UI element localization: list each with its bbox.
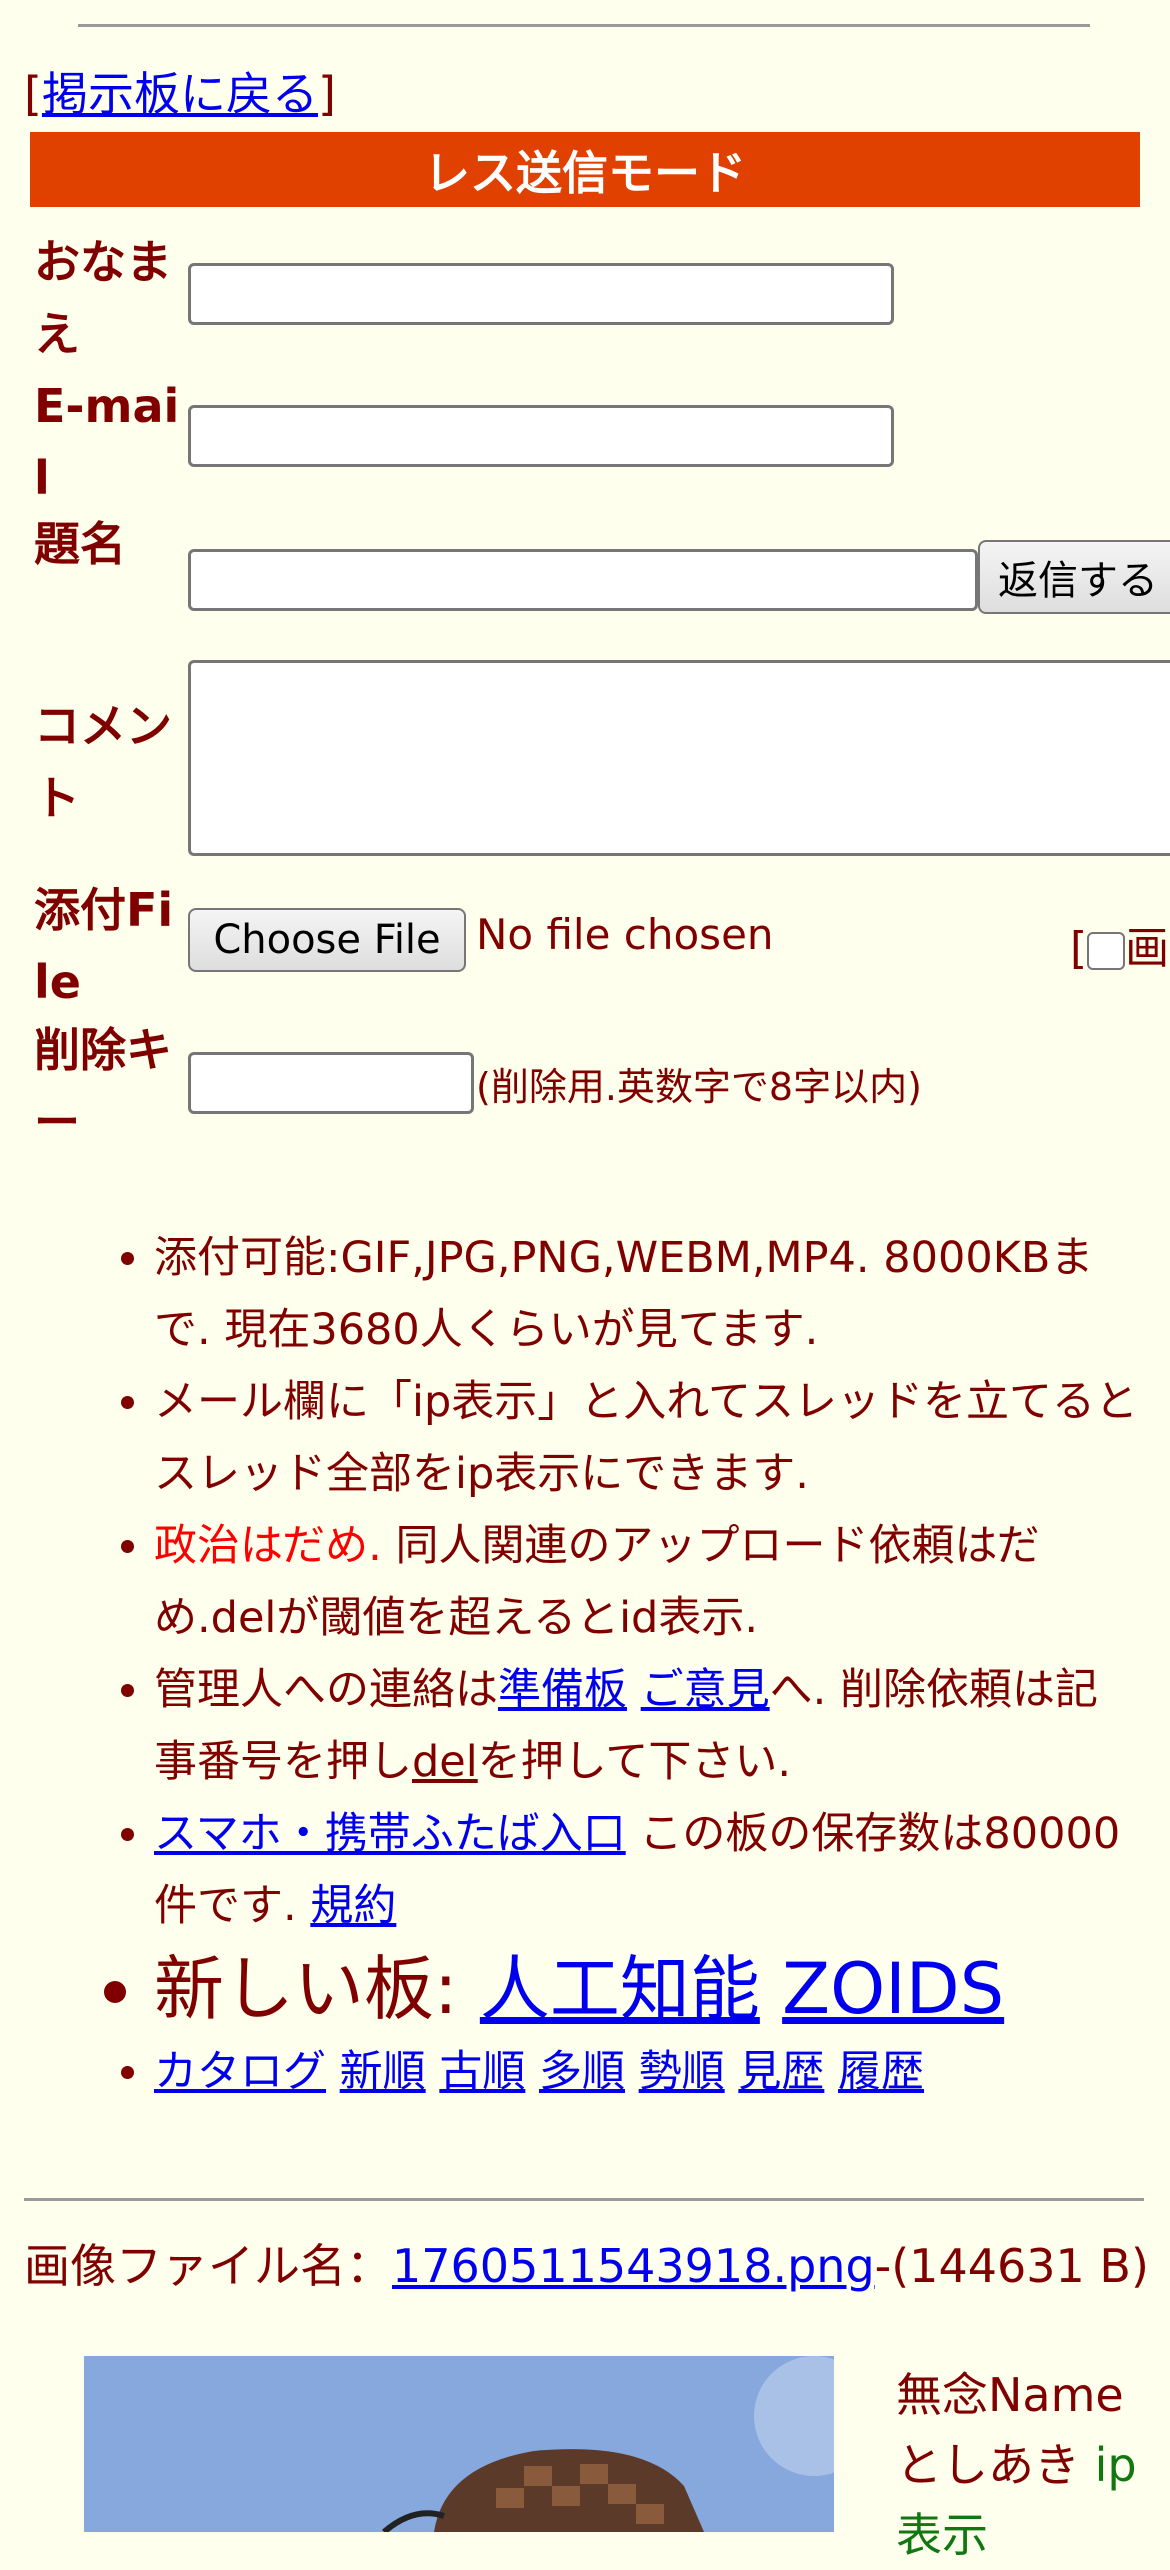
back-to-board-link[interactable]: 掲示板に戻る: [42, 67, 318, 121]
reply-mode-banner: レス送信モード: [30, 132, 1140, 207]
nav-viewed-link[interactable]: 見歴: [738, 2047, 824, 2097]
comment-textarea[interactable]: [188, 660, 1170, 856]
nav-newest-link[interactable]: 新順: [340, 2047, 426, 2097]
list-item: 添付可能:GIF,JPG,PNG,WEBM,MP4. 8000KBまで. 現在3…: [154, 1222, 1140, 1366]
feedback-link[interactable]: ご意見: [641, 1665, 770, 1715]
name-input[interactable]: [188, 263, 894, 325]
delete-key-input[interactable]: [188, 1052, 474, 1114]
prep-board-link[interactable]: 準備板: [498, 1665, 627, 1715]
nav-catalog-link[interactable]: カタログ: [154, 2047, 326, 2097]
email-label: E-mail: [34, 379, 180, 505]
subject-input[interactable]: [188, 549, 978, 611]
list-item: スマホ・携帯ふたば入口 この板の保存数は80000件です. 規約: [154, 1798, 1140, 1942]
zoids-board-link[interactable]: ZOIDS: [782, 1948, 1004, 2030]
comment-label: コメント: [34, 699, 172, 825]
thumbnail-graphic: [84, 2356, 834, 2532]
list-item: 新しい板: 人工知能 ZOIDS: [154, 1942, 1140, 2036]
nav-oldest-link[interactable]: 古順: [439, 2047, 525, 2097]
list-item: 政治はだめ. 同人関連のアップロード依頼はだめ.delが閾値を超えるとid表示.: [154, 1510, 1140, 1654]
back-to-board: [掲示板に戻る]: [24, 67, 336, 121]
post-image-thumbnail[interactable]: [84, 2356, 834, 2532]
image-file-size: -(144631 B): [874, 2239, 1149, 2293]
draw-checkbox[interactable]: [1087, 932, 1126, 970]
list-item: メール欄に「ip表示」と入れてスレッドを立てるとスレッド全部をip表示にできます…: [154, 1366, 1140, 1510]
draw-option-label: 画: [1125, 923, 1170, 974]
ai-board-link[interactable]: 人工知能: [480, 1948, 760, 2030]
name-label: おなまえ: [34, 235, 172, 361]
delete-key-hint: (削除用.英数字で8字以内): [476, 1065, 922, 1109]
no-file-status: No file chosen: [476, 910, 774, 959]
nav-history-link[interactable]: 履歴: [838, 2047, 924, 2097]
subject-label: 題名: [34, 517, 126, 571]
choose-file-button[interactable]: Choose File: [188, 908, 466, 972]
top-divider: [78, 24, 1090, 27]
nav-most-link[interactable]: 多順: [539, 2047, 625, 2097]
mobile-entrance-link[interactable]: スマホ・携帯ふたば入口: [154, 1809, 626, 1859]
thread-divider: [24, 2198, 1144, 2201]
nav-momentum-link[interactable]: 勢順: [639, 2047, 725, 2097]
email-input[interactable]: [188, 405, 894, 467]
submit-reply-button[interactable]: 返信する: [978, 540, 1170, 614]
board-rules-list: 添付可能:GIF,JPG,PNG,WEBM,MP4. 8000KBまで. 現在3…: [60, 1222, 1140, 2108]
delete-key-label: 削除キー: [34, 1023, 172, 1149]
list-item: 管理人への連絡は準備板 ご意見へ. 削除依頼は記事番号を押しdelを押して下さい…: [154, 1654, 1140, 1798]
image-file-link[interactable]: 1760511543918.png: [392, 2239, 875, 2293]
del-link[interactable]: del: [412, 1737, 478, 1787]
poster-name: 無念Name としあき ip表示: [896, 2368, 1137, 2562]
terms-link[interactable]: 規約: [310, 1881, 396, 1931]
draw-option: [画: [1070, 923, 1170, 974]
politics-warning: 政治はだめ.: [154, 1521, 382, 1571]
list-item: カタログ 新順 古順 多順 勢順 見歴 履歴: [154, 2036, 1140, 2108]
file-label: 添付File: [34, 883, 174, 1009]
image-file-info: 画像ファイル名：1760511543918.png-(144631 B): [24, 2239, 1149, 2293]
